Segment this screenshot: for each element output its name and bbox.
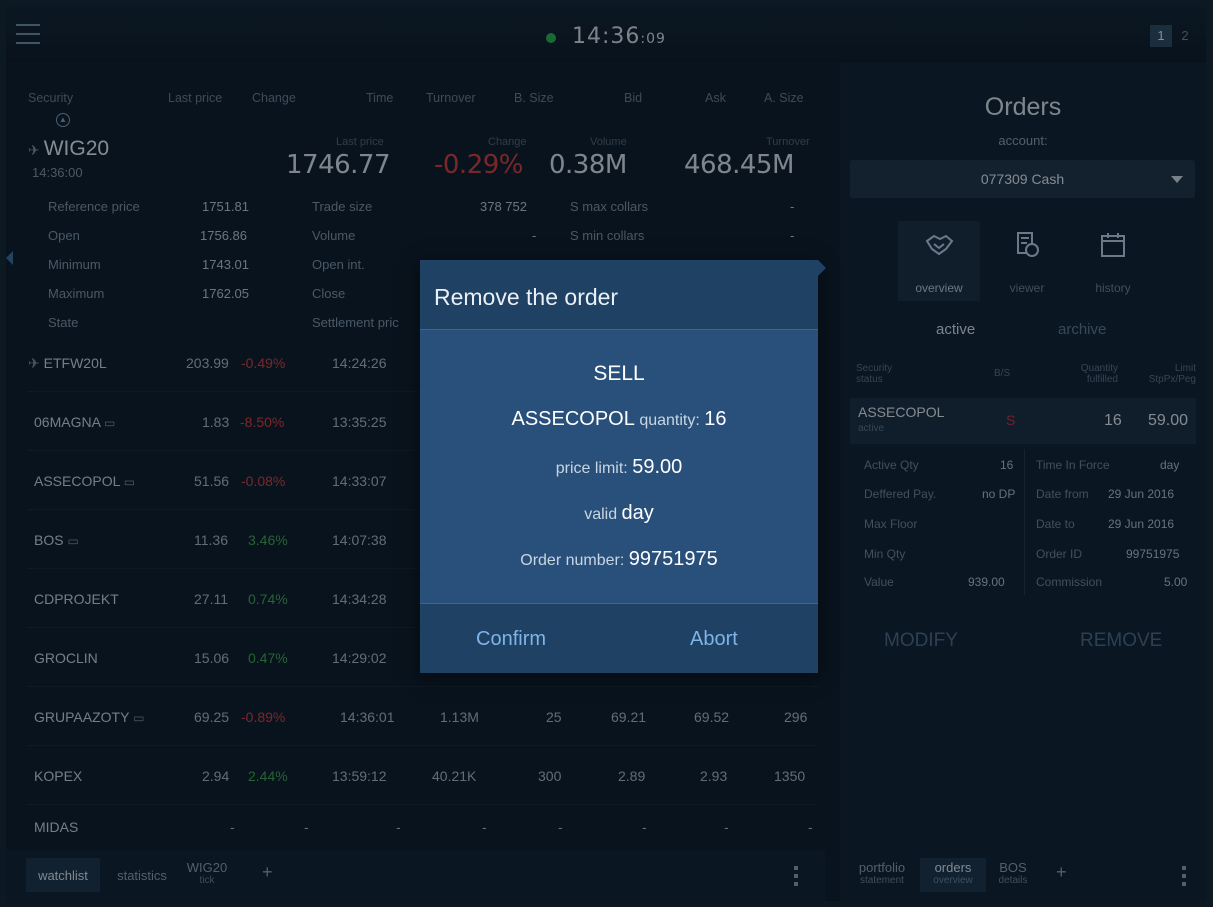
quantity-label: quantity: <box>639 412 700 429</box>
order-number-value: 99751975 <box>628 548 718 570</box>
price-line: price limit: 59.00 <box>420 456 818 479</box>
price-label: price limit: <box>555 460 628 477</box>
order-number-label: Order number: <box>520 552 625 569</box>
remove-order-dialog: Remove the order SELL ASSECOPOL quantity… <box>420 260 826 673</box>
validity-line: valid day <box>420 502 818 525</box>
dialog-body: SELL ASSECOPOL quantity: 16 price limit:… <box>420 329 818 604</box>
dialog-title: Remove the order <box>434 284 619 310</box>
abort-button[interactable]: Abort <box>690 628 738 651</box>
price-value: 59.00 <box>632 456 683 478</box>
order-side-line: SELL <box>420 362 818 386</box>
order-number-line: Order number: 99751975 <box>420 548 818 571</box>
order-security-text: ASSECOPOL <box>511 408 635 430</box>
valid-value: day <box>621 502 654 524</box>
order-security-line: ASSECOPOL quantity: 16 <box>420 408 818 431</box>
order-side-text: SELL <box>593 362 645 385</box>
quantity-value: 16 <box>704 408 727 430</box>
confirm-button[interactable]: Confirm <box>476 628 546 651</box>
app-frame: 14:36:09 1 2 Security Last price Change … <box>6 6 1206 901</box>
valid-label: valid <box>584 506 618 523</box>
